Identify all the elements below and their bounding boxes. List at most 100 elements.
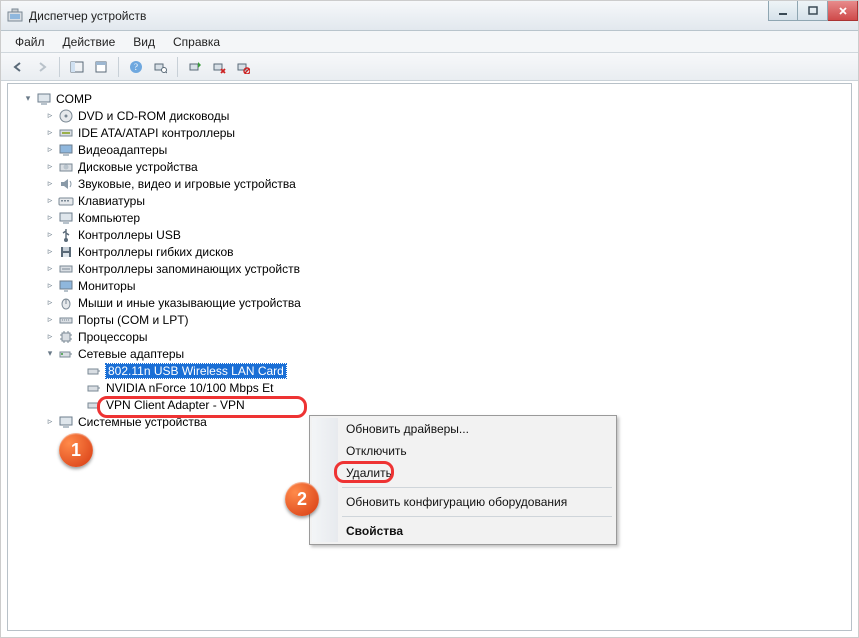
expander-icon[interactable]: ▾ [44,348,56,360]
cm-disable[interactable]: Отключить [312,440,614,462]
tree-node-label: Звуковые, видео и игровые устройства [78,177,296,191]
expander-icon[interactable]: ▹ [44,144,56,156]
menu-help[interactable]: Справка [165,33,228,51]
tree-node-label: Мыши и иные указывающие устройства [78,296,301,310]
sound-icon [58,176,74,192]
expander-icon[interactable]: ▹ [44,127,56,139]
tree-node-label: Мониторы [78,279,135,293]
menu-action[interactable]: Действие [55,33,124,51]
uninstall-button[interactable] [208,56,230,78]
expander-icon[interactable]: ▹ [44,161,56,173]
expander-icon[interactable]: ▹ [44,246,56,258]
computer-icon [36,91,52,107]
expander-icon[interactable]: ▹ [44,229,56,241]
maximize-button[interactable] [798,1,828,21]
tree-device[interactable]: ▹ VPN Client Adapter - VPN [16,396,851,413]
window-title: Диспетчер устройств [29,9,146,23]
expander-icon[interactable]: ▹ [44,178,56,190]
toolbar-separator [118,57,119,77]
tree-category[interactable]: ▹ Контроллеры запоминающих устройств [16,260,851,277]
cm-properties[interactable]: Свойства [312,520,614,542]
cm-label: Свойства [346,524,403,538]
tree-category[interactable]: ▹ Мониторы [16,277,851,294]
expander-icon[interactable]: ▹ [44,110,56,122]
cm-label: Обновить конфигурацию оборудования [346,495,567,509]
tree-device[interactable]: ▹ NVIDIA nForce 10/100 Mbps Et [16,379,851,396]
tree-category[interactable]: ▹ Контроллеры гибких дисков [16,243,851,260]
toolbar-separator [177,57,178,77]
tree-category[interactable]: ▹ DVD и CD-ROM дисководы [16,107,851,124]
nav-back-button[interactable] [7,56,29,78]
cm-rescan[interactable]: Обновить конфигурацию оборудования [312,491,614,513]
menu-bar: Файл Действие Вид Справка [1,31,858,53]
close-button[interactable] [828,1,858,21]
expander-icon[interactable]: ▹ [44,331,56,343]
system-device-icon [58,414,74,430]
update-driver-button[interactable] [184,56,206,78]
tree-node-label: Системные устройства [78,415,207,429]
expander-icon[interactable]: ▹ [44,212,56,224]
tree-category[interactable]: ▹ Порты (COM и LPT) [16,311,851,328]
tree-node-label: IDE ATA/ATAPI контроллеры [78,126,235,140]
expander-icon[interactable]: ▹ [44,195,56,207]
scan-hardware-button[interactable] [149,56,171,78]
expander-icon[interactable]: ▹ [44,416,56,428]
tree-category[interactable]: ▹ Процессоры [16,328,851,345]
tree-category[interactable]: ▹ Мыши и иные указывающие устройства [16,294,851,311]
context-menu-separator [342,516,612,517]
cm-delete[interactable]: Удалить [312,462,614,484]
tree-category-network[interactable]: ▾ Сетевые адаптеры [16,345,851,362]
tree-node-label: Клавиатуры [78,194,145,208]
network-adapter-icon [86,363,102,379]
help-button[interactable]: ? [125,56,147,78]
cm-update-drivers[interactable]: Обновить драйверы... [312,418,614,440]
tree-category[interactable]: ▹ Видеоадаптеры [16,141,851,158]
menu-file[interactable]: Файл [7,33,53,51]
properties-button[interactable] [90,56,112,78]
tree-category[interactable]: ▹ Звуковые, видео и игровые устройства [16,175,851,192]
tree-category[interactable]: ▹ Дисковые устройства [16,158,851,175]
disc-drive-icon [58,108,74,124]
computer-icon [58,210,74,226]
tree-root[interactable]: ▾ COMP [16,90,851,107]
minimize-button[interactable] [768,1,798,21]
disable-button[interactable] [232,56,254,78]
svg-text:?: ? [134,62,138,72]
expander-icon[interactable]: ▹ [44,263,56,275]
context-menu: Обновить драйверы... Отключить Удалить О… [309,415,617,545]
tree-node-label: Компьютер [78,211,140,225]
tree-category[interactable]: ▹ Клавиатуры [16,192,851,209]
tree-category[interactable]: ▹ Контроллеры USB [16,226,851,243]
window-controls [768,1,858,21]
device-tree: ▾ COMP ▹ DVD и CD-ROM дисководы ▹ IDE AT… [8,84,851,450]
toolbar: ? [1,53,858,81]
toolbar-separator [59,57,60,77]
expander-icon[interactable]: ▹ [44,297,56,309]
expander-icon[interactable]: ▾ [22,93,34,105]
tree-node-label: Видеоадаптеры [78,143,167,157]
tree-node-label: NVIDIA nForce 10/100 Mbps Et [106,381,273,395]
floppy-icon [58,244,74,260]
tree-node-label: 802.11n USB Wireless LAN Card [106,364,286,378]
port-icon [58,312,74,328]
expander-icon[interactable]: ▹ [44,314,56,326]
expander-icon[interactable]: ▹ [44,280,56,292]
tree-category[interactable]: ▹ IDE ATA/ATAPI контроллеры [16,124,851,141]
tree-device-wireless[interactable]: ▹ 802.11n USB Wireless LAN Card [16,362,851,379]
cm-label: Удалить [346,466,392,480]
tree-node-label: COMP [56,92,92,106]
tree-node-label: Процессоры [78,330,148,344]
menu-view[interactable]: Вид [125,33,163,51]
device-tree-panel[interactable]: ▾ COMP ▹ DVD и CD-ROM дисководы ▹ IDE AT… [7,83,852,631]
show-hide-tree-button[interactable] [66,56,88,78]
storage-controller-icon [58,261,74,277]
tree-node-label: Порты (COM и LPT) [78,313,189,327]
monitor-icon [58,278,74,294]
mouse-icon [58,295,74,311]
processor-icon [58,329,74,345]
tree-category[interactable]: ▹ Компьютер [16,209,851,226]
network-adapter-icon [86,380,102,396]
cm-label: Обновить драйверы... [346,422,469,436]
network-icon [58,346,74,362]
nav-forward-button[interactable] [31,56,53,78]
